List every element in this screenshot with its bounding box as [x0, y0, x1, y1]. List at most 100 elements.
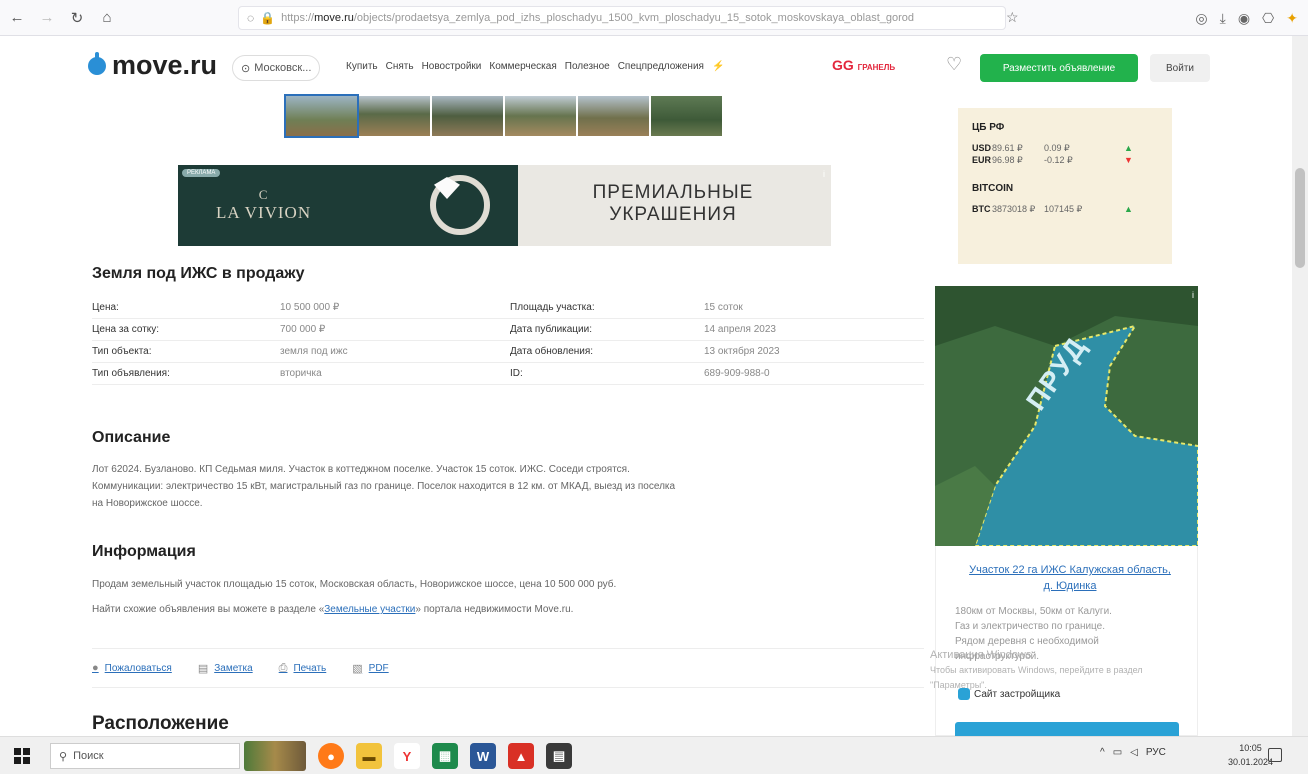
property-value: 14 апреля 2023 [704, 324, 776, 335]
volume-icon[interactable]: ◁ [1130, 747, 1138, 758]
pdf-reader-icon[interactable]: ▲ [508, 743, 534, 769]
property-value: 15 соток [704, 302, 743, 313]
currency-value: 89.61 ₽ [992, 143, 1023, 153]
region-label: Московск... [254, 62, 312, 74]
land-plots-link[interactable]: Земельные участки [324, 604, 415, 615]
table-row: Тип объекта: земля под ижс Дата обновлен… [92, 341, 924, 363]
nav-buy[interactable]: Купить [346, 61, 378, 72]
bookmark-star-icon[interactable]: ☆ [1006, 9, 1019, 26]
ad-text: ПРЕМИАЛЬНЫЕ УКРАШЕНИЯ [558, 182, 788, 226]
nav-useful[interactable]: Полезное [565, 61, 610, 72]
info-text-pre: Найти схожие объявления вы можете в разд… [92, 604, 325, 615]
home-icon[interactable]: ⌂ [94, 5, 120, 31]
nav-commercial[interactable]: Коммерческая [489, 61, 556, 72]
partner-logo[interactable]: GG ГРАНЕЛЬ [832, 57, 895, 73]
table-row: Цена за сотку: 700 000 ₽ Дата публикации… [92, 319, 924, 341]
network-icon[interactable]: ▭ [1113, 747, 1122, 758]
property-label: ID: [510, 368, 523, 379]
region-selector[interactable]: ⊙ Московск... [232, 55, 321, 81]
description-heading: Описание [92, 429, 171, 446]
taskbar-search[interactable]: ⚲ Поиск [50, 743, 240, 769]
currency-value: 3873018 ₽ [992, 204, 1036, 214]
photo-thumbnail[interactable] [284, 94, 359, 138]
photo-thumbnail[interactable] [651, 96, 722, 136]
favorites-heart-icon[interactable]: ♡ [946, 54, 962, 75]
download-icon[interactable]: ⤓ [1220, 10, 1226, 27]
menu-icon[interactable]: ✦ [1286, 10, 1298, 27]
url-host: move.ru [314, 12, 354, 24]
ad-brand-name: LA VIVION [216, 203, 312, 222]
logo-text: move.ru [112, 50, 218, 80]
forward-icon[interactable]: → [34, 5, 60, 31]
trend-up-icon: ▲ [1124, 204, 1133, 214]
page-scrollbar[interactable] [1292, 36, 1308, 736]
notifications-icon[interactable] [1268, 748, 1282, 762]
logo-mark-icon [88, 51, 106, 75]
photo-thumbnail[interactable] [432, 96, 503, 136]
taskbar-apps: ● ▬ Y ▦ W ▲ ▤ [318, 743, 572, 769]
pocket-icon[interactable]: ◎ [1195, 10, 1207, 27]
nav-new-buildings[interactable]: Новостройки [422, 61, 482, 72]
chevron-up-icon[interactable]: ^ [1100, 747, 1105, 758]
ad-info-icon[interactable]: i [823, 169, 825, 179]
promo-info-icon[interactable]: i [1192, 290, 1194, 300]
promo-link[interactable]: Участок 22 га ИЖС Калужская область, д. … [965, 562, 1175, 594]
trend-down-icon: ▼ [1124, 155, 1133, 165]
url-path: /objects/prodaetsya_zemlya_pod_izhs_plos… [353, 12, 915, 24]
taskbar-news-image[interactable] [244, 741, 306, 771]
photo-thumbnail[interactable] [359, 96, 430, 136]
property-label: Тип объекта: [92, 346, 152, 357]
complain-label: Пожаловаться [104, 662, 172, 674]
account-icon[interactable]: ◉ [1238, 10, 1250, 27]
table-row: Цена: 10 500 000 ₽ Площадь участка: 15 с… [92, 297, 924, 319]
complain-button[interactable]: ● Пожаловаться [92, 662, 172, 674]
photo-thumbnail[interactable] [505, 96, 576, 136]
print-button[interactable]: ⎙ Печать [279, 662, 327, 675]
search-icon: ⚲ [59, 750, 68, 763]
ad-badge: РЕКЛАМА [182, 169, 221, 177]
word-icon[interactable]: W [470, 743, 496, 769]
site-logo[interactable]: move.ru [88, 50, 217, 81]
ad-banner[interactable]: РЕКЛАМА C LA VIVION ПРЕМИАЛЬНЫЕ УКРАШЕНИ… [178, 165, 831, 246]
url-prefix: https:// [281, 12, 315, 24]
promo-desc-line: Рядом деревня с необходимой [955, 636, 1099, 647]
note-button[interactable]: ▤ Заметка [198, 662, 253, 675]
aerial-pond-image [935, 286, 1198, 546]
language-indicator[interactable]: РУС [1146, 747, 1166, 758]
watermark-text: "Параметры". [930, 680, 987, 690]
yandex-icon[interactable]: Y [394, 743, 420, 769]
pdf-button[interactable]: ▧ PDF [352, 662, 388, 675]
listing-actions: ● Пожаловаться ▤ Заметка ⎙ Печать ▧ PDF [92, 648, 924, 688]
top-navigation: Купить Снять Новостройки Коммерческая По… [346, 61, 724, 72]
property-value: вторичка [280, 368, 322, 379]
info-text-line2: Найти схожие объявления вы можете в разд… [92, 601, 573, 618]
shield-icon: ◌ [247, 11, 255, 25]
browser-toolbar: ← → ↻ ⌂ ◌ 🔒 https:// move.ru /objects/pr… [0, 0, 1308, 36]
scrollbar-thumb[interactable] [1295, 168, 1305, 268]
info-text-post: » портала недвижимости Move.ru. [415, 604, 574, 615]
extensions-icon[interactable]: ⎔ [1262, 10, 1274, 27]
site-header: move.ru ⊙ Московск... Купить Снять Новос… [0, 40, 1290, 96]
back-icon[interactable]: ← [4, 5, 30, 31]
post-listing-button[interactable]: Разместить объявление [980, 54, 1138, 82]
rate-row: EUR 96.98 ₽ -0.12 ₽ ▼ [972, 155, 1172, 167]
clock-date: 30.01.2024 [1228, 757, 1274, 767]
nav-rent[interactable]: Снять [386, 61, 414, 72]
spreadsheet-icon[interactable]: ▦ [432, 743, 458, 769]
firefox-icon[interactable]: ● [318, 743, 344, 769]
description-line: на Новорижское шоссе. [92, 498, 203, 509]
reload-icon[interactable]: ↻ [64, 5, 90, 31]
photo-thumbnail[interactable] [578, 96, 649, 136]
address-bar[interactable]: ◌ 🔒 https:// move.ru /objects/prodaetsya… [238, 6, 1006, 30]
windows-start-icon[interactable] [14, 748, 30, 764]
taskbar-clock[interactable]: 10:05 30.01.2024 [1228, 741, 1273, 769]
currency-change: -0.12 ₽ [1044, 155, 1073, 165]
partner-name: ГРАНЕЛЬ [857, 63, 896, 72]
promo-image[interactable]: i [935, 286, 1198, 546]
login-button[interactable]: Войти [1150, 54, 1210, 82]
media-app-icon[interactable]: ▤ [546, 743, 572, 769]
file-explorer-icon[interactable]: ▬ [356, 743, 382, 769]
nav-special-offers[interactable]: Спецпредложения [618, 61, 704, 72]
lock-icon: 🔒 [260, 11, 276, 25]
currency-code: EUR [972, 155, 992, 165]
